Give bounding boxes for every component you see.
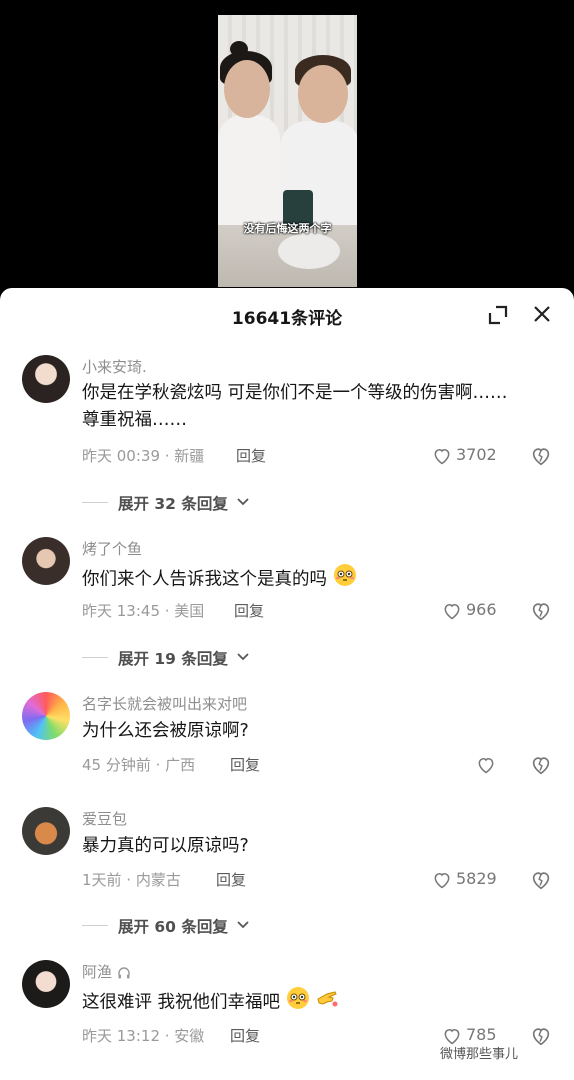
reply-button[interactable]: 回复 [234,600,264,621]
comment-text: 暴力真的可以原谅吗? [82,836,249,856]
comment-text-body: 你们来个人告诉我这个是真的吗 [82,569,327,590]
pointing-hand-emoji [315,986,339,1019]
broken-heart-icon[interactable] [530,445,552,467]
reply-button[interactable]: 回复 [216,869,246,890]
expand-replies-label: 展开 32 条回复 [118,495,228,513]
avatar[interactable] [22,355,70,403]
broken-heart-icon[interactable] [530,1025,552,1047]
reply-button[interactable]: 回复 [230,1025,260,1046]
broken-heart-icon[interactable] [530,869,552,891]
username[interactable]: 小来安琦. [82,356,147,377]
comment-meta: 45 分钟前 · 广西 [82,756,196,774]
username[interactable]: 烤了个鱼 [82,538,142,559]
comment-meta: 1天前 · 内蒙古 [82,871,181,889]
heart-icon [434,872,450,889]
video-subtitle: 没有后悔这两个字 [243,222,332,235]
like-count: 5829 [456,869,497,888]
comment-meta: 昨天 13:45 · 美国 [82,602,205,620]
comment-text: 你是在学秋瓷炫吗 可是你们不是一个等级的伤害啊……尊重祝福…… [82,383,508,430]
comment-text: 你们来个人告诉我这个是真的吗 [82,563,522,596]
username[interactable]: 阿渔 [82,961,131,982]
comment-meta: 昨天 13:12 · 安徽 [82,1027,205,1045]
like-count: 966 [466,600,497,619]
person-left [224,60,270,118]
broken-heart-icon[interactable] [530,600,552,622]
broken-heart-icon[interactable] [530,754,552,776]
like-count: 3702 [456,445,497,464]
comment-text: 为什么还会被原谅啊? [82,721,249,741]
expand-icon[interactable] [488,305,508,325]
comment-text: 这很难评 我祝他们幸福吧 [82,986,522,1019]
avatar[interactable] [22,960,70,1008]
heart-icon [434,448,450,465]
video-thumbnail[interactable]: 没有后悔这两个字 [218,15,357,287]
reply-button[interactable]: 回复 [236,445,266,466]
chevron-down-icon [237,498,249,506]
chevron-down-icon [237,921,249,929]
heart-icon [444,603,460,620]
watermark: 微博那些事儿 [440,1043,518,1062]
comment-meta: 昨天 00:39 · 新疆 [82,447,205,465]
headphones-icon [118,966,130,978]
heart-icon [478,757,494,774]
username[interactable]: 名字长就会被叫出来对吧 [82,693,247,714]
comment-text-body: 这很难评 我祝他们幸福吧 [82,992,281,1013]
video-area[interactable]: 没有后悔这两个字 [0,0,574,300]
username[interactable]: 爱豆包 [82,808,127,829]
chevron-down-icon [237,653,249,661]
expand-replies-label: 展开 60 条回复 [118,918,228,936]
close-icon[interactable] [532,304,552,324]
flushed-face-emoji [333,563,357,596]
expand-replies-label: 展开 19 条回复 [118,650,228,668]
avatar[interactable] [22,807,70,855]
like-count: 785 [466,1025,497,1044]
watermark-text: 微博那些事儿 [440,1047,519,1062]
person-right [298,65,348,123]
avatar[interactable] [22,692,70,740]
reply-button[interactable]: 回复 [230,754,260,775]
flushed-face-emoji [286,986,310,1019]
avatar[interactable] [22,537,70,585]
